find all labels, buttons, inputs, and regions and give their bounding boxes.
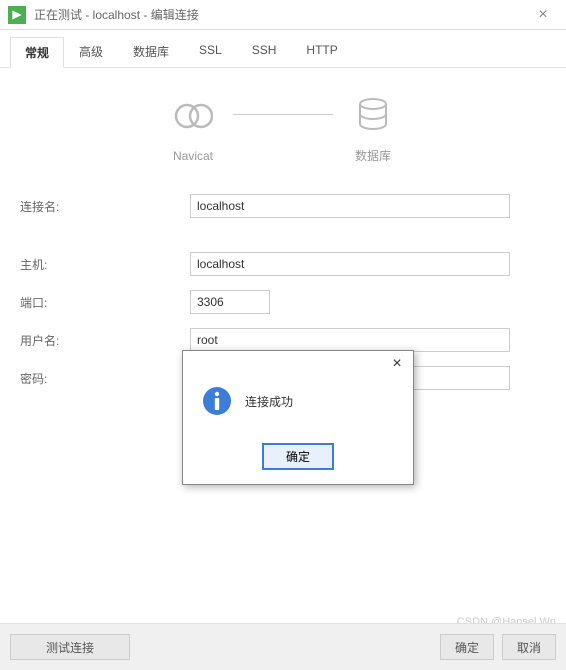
- app-icon: [8, 6, 26, 24]
- connection-line: [233, 114, 333, 115]
- conn-name-input[interactable]: [190, 194, 510, 218]
- cancel-button[interactable]: 取消: [502, 634, 556, 660]
- tab-general[interactable]: 常规: [10, 37, 64, 68]
- success-dialog: × 连接成功 确定: [182, 350, 414, 485]
- pass-label: 密码:: [20, 370, 190, 387]
- port-input[interactable]: [190, 290, 270, 314]
- tab-ssh[interactable]: SSH: [237, 36, 292, 67]
- tab-advanced[interactable]: 高级: [64, 36, 118, 67]
- tab-http[interactable]: HTTP: [291, 36, 352, 67]
- database-node: 数据库: [353, 94, 393, 164]
- connection-diagram: Navicat 数据库: [20, 84, 546, 194]
- host-input[interactable]: [190, 252, 510, 276]
- port-label: 端口:: [20, 294, 190, 311]
- close-button[interactable]: ×: [528, 0, 558, 30]
- tab-database[interactable]: 数据库: [118, 36, 184, 67]
- titlebar: 正在测试 - localhost - 编辑连接 ×: [0, 0, 566, 30]
- tab-ssl[interactable]: SSL: [184, 36, 237, 67]
- database-icon: [353, 94, 393, 139]
- database-label: 数据库: [355, 147, 391, 164]
- navicat-label: Navicat: [173, 149, 213, 163]
- host-label: 主机:: [20, 256, 190, 273]
- window-title: 正在测试 - localhost - 编辑连接: [34, 6, 528, 23]
- ok-button[interactable]: 确定: [440, 634, 494, 660]
- dialog-message: 连接成功: [245, 393, 293, 410]
- navicat-node: Navicat: [173, 96, 213, 163]
- tabs: 常规 高级 数据库 SSL SSH HTTP: [0, 30, 566, 68]
- user-input[interactable]: [190, 328, 510, 352]
- test-connection-button[interactable]: 测试连接: [10, 634, 130, 660]
- user-label: 用户名:: [20, 332, 190, 349]
- conn-name-label: 连接名:: [20, 198, 190, 215]
- info-icon: [201, 385, 233, 417]
- navicat-icon: [173, 96, 213, 141]
- dialog-close-button[interactable]: ×: [387, 355, 407, 373]
- footer: 测试连接 确定 取消: [0, 623, 566, 670]
- dialog-ok-button[interactable]: 确定: [262, 443, 334, 470]
